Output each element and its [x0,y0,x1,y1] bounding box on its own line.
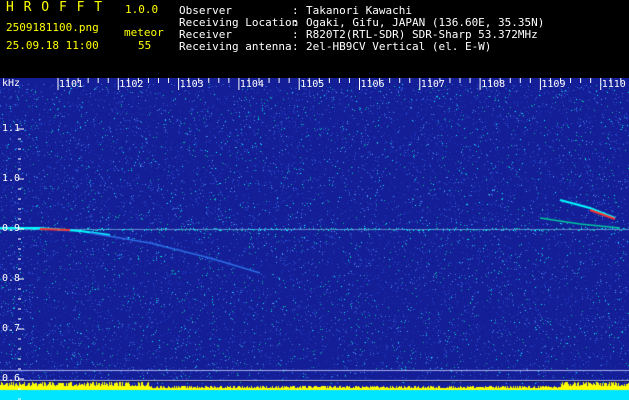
x-tick-label: 1109 [541,79,566,90]
field-value-antenna: 2el-HB9CV Vertical (el. E-W) [306,40,492,53]
x-tick-label: 1101 [59,79,84,90]
x-tick-label: 1105 [300,79,325,90]
x-tick-label: 1110 [601,79,626,90]
meteor-count: 55 [138,39,152,52]
meteor-label: meteor [124,26,164,39]
field-label-antenna: Receiving antenna [179,40,292,53]
y-tick-label: 0.6 [2,373,21,384]
y-tick-marks [18,128,24,400]
x-tick-label: 1106 [360,79,385,90]
x-tick-label: 1103 [179,79,204,90]
file-name: 2509181100.png [6,21,99,34]
app-version: 1.0.0 [125,3,159,16]
y-tick-label: 0.9 [2,223,21,234]
x-tick-label: 1108 [481,79,506,90]
x-tick-label: 1107 [420,79,445,90]
spectrogram-plot: kHz 1101 1102 1103 1104 1105 1106 1107 1108 1109… [0,78,629,400]
spectrogram-axes [18,78,622,400]
y-tick-label: 1.1 [2,123,21,134]
y-tick-label: 0.7 [2,323,21,334]
x-tick-label: 1102 [119,79,144,90]
header-panel: H R O F F T 1.0.0 2509181100.png 25.09.1… [0,0,629,78]
date-time: 25.09.18 11:00 [6,39,99,52]
y-unit-label: kHz [2,78,21,89]
y-tick-label: 0.8 [2,273,21,284]
app-name: H R O F F T [6,0,104,15]
field-colon: : [292,40,299,53]
x-tick-label: 1104 [239,79,264,90]
y-tick-label: 1.0 [2,173,21,184]
